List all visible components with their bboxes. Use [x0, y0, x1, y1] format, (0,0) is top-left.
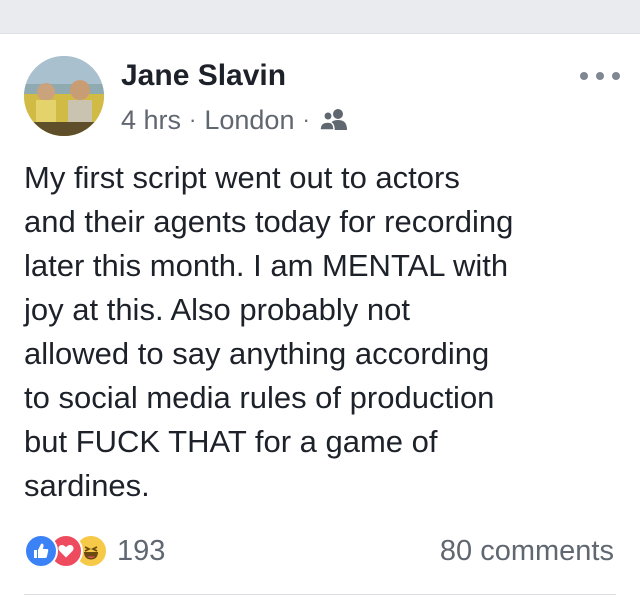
- post-card: Jane Slavin 4 hrs · London · My first sc…: [0, 34, 640, 599]
- like-icon: [24, 534, 58, 568]
- post-meta: 4 hrs · London ·: [121, 102, 348, 138]
- meta-separator: ·: [189, 107, 197, 132]
- post-time[interactable]: 4 hrs: [121, 105, 181, 136]
- reactions-summary[interactable]: 193: [24, 532, 165, 570]
- reaction-count: 193: [117, 534, 166, 567]
- feed-separator: [0, 0, 640, 34]
- more-options-button[interactable]: [580, 66, 620, 86]
- meta-separator: ·: [302, 107, 310, 132]
- avatar[interactable]: [24, 56, 104, 136]
- more-dot: [580, 72, 588, 80]
- more-dot: [612, 72, 620, 80]
- friends-icon[interactable]: [319, 108, 348, 132]
- comments-link[interactable]: 80 comments: [440, 532, 614, 570]
- post-text: My first script went out to actors and t…: [24, 160, 514, 503]
- divider: [24, 594, 616, 595]
- author-name[interactable]: Jane Slavin: [121, 58, 286, 94]
- more-dot: [596, 72, 604, 80]
- post-location[interactable]: London: [204, 105, 294, 136]
